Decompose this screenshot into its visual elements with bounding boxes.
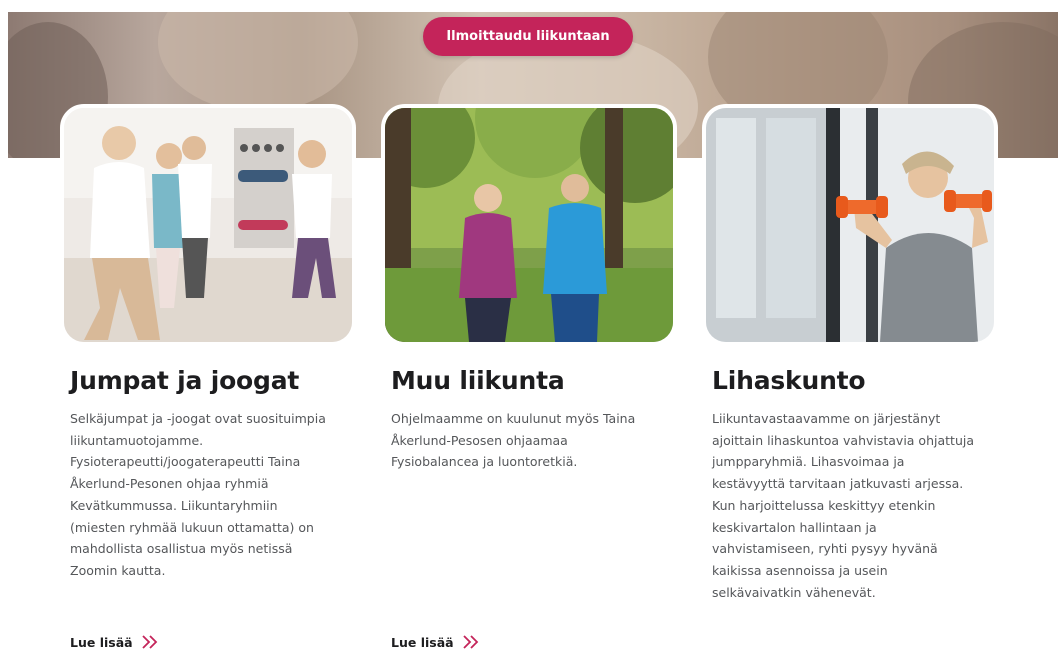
read-more-link[interactable]: Lue lisää (391, 634, 480, 650)
card-title: Jumpat ja joogat (70, 366, 300, 395)
card-title: Lihaskunto (712, 366, 866, 395)
signup-button[interactable]: Ilmoittaudu liikuntaan (423, 17, 633, 56)
dumbbell-workout-photo (702, 104, 998, 346)
card-description: Liikuntavastaavamme on järjestänyt ajoit… (712, 411, 974, 600)
card-title: Muu liikunta (391, 366, 565, 395)
read-more-label: Lue lisää (391, 634, 454, 650)
read-more-link[interactable]: Lue lisää (70, 634, 159, 650)
chevron-double-right-icon (141, 635, 157, 649)
read-more-label: Lue lisää (70, 634, 133, 650)
card-description: Selkäjumpat ja -joogat ovat suosituimpia… (70, 411, 326, 578)
card-muscle-fitness: Lihaskunto Liikuntavastaavamme on järjes… (702, 104, 998, 600)
card-gym-yoga: Jumpat ja joogat Selkäjumpat ja -joogat … (60, 104, 356, 650)
group-exercise-photo (60, 104, 356, 346)
card-other-exercise: Muu liikunta Ohjelmaamme on kuulunut myö… (381, 104, 677, 650)
card-description: Ohjelmaamme on kuulunut myös Taina Åkerl… (391, 411, 636, 470)
chevron-double-right-icon (462, 635, 478, 649)
walking-couple-photo (381, 104, 677, 346)
